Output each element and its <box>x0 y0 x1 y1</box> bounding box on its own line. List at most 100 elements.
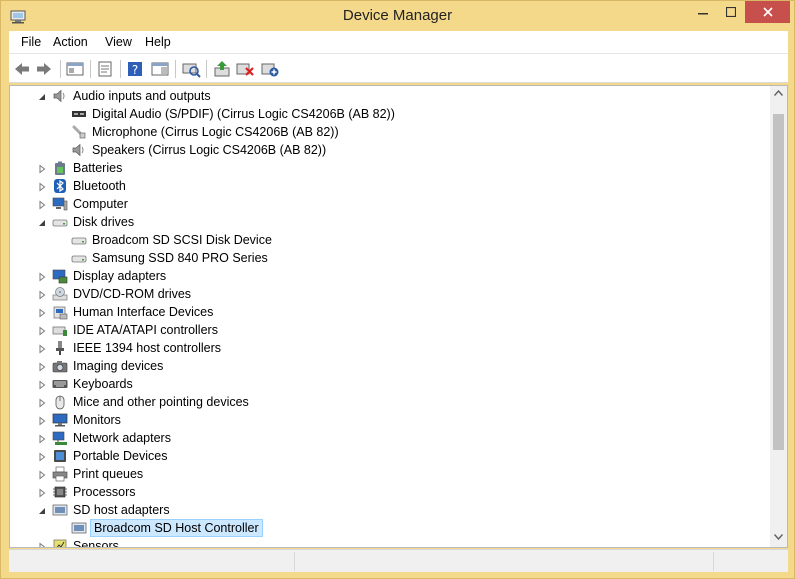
tree-item-label[interactable]: Mice and other pointing devices <box>71 394 251 410</box>
tree-device[interactable]: Samsung SSD 840 PRO Series <box>10 249 770 267</box>
tree-category[interactable]: DVD/CD-ROM drives <box>10 285 770 303</box>
tree-item-label[interactable]: DVD/CD-ROM drives <box>71 286 193 302</box>
collapsed-triangle-icon[interactable] <box>37 199 47 210</box>
tree-category[interactable]: IEEE 1394 host controllers <box>10 339 770 357</box>
tree-item-label[interactable]: Broadcom SD SCSI Disk Device <box>90 232 274 248</box>
tree-item-label[interactable]: Monitors <box>71 412 123 428</box>
tree-item-label[interactable]: Digital Audio (S/PDIF) (Cirrus Logic CS4… <box>90 106 397 122</box>
tree-category[interactable]: Processors <box>10 483 770 501</box>
collapsed-triangle-icon[interactable] <box>37 271 47 282</box>
tree-item-label[interactable]: IEEE 1394 host controllers <box>71 340 223 356</box>
tree-category[interactable]: Display adapters <box>10 267 770 285</box>
tree-item-label[interactable]: Network adapters <box>71 430 173 446</box>
tree-category[interactable]: Keyboards <box>10 375 770 393</box>
collapsed-triangle-icon[interactable] <box>37 397 47 408</box>
help-icon[interactable]: ? <box>125 59 145 79</box>
collapsed-triangle-icon[interactable] <box>37 307 47 318</box>
add-legacy-hardware-icon[interactable] <box>260 59 280 79</box>
collapsed-triangle-icon[interactable] <box>37 289 47 300</box>
collapsed-triangle-icon[interactable] <box>37 163 47 174</box>
tree-category[interactable]: Print queues <box>10 465 770 483</box>
maximize-button[interactable] <box>717 1 745 23</box>
collapsed-triangle-icon[interactable] <box>37 451 47 462</box>
tree-item-label[interactable]: Sensors <box>71 538 121 547</box>
tree-category[interactable]: Disk drives <box>10 213 770 231</box>
tree-item-label[interactable]: Audio inputs and outputs <box>71 88 213 104</box>
uninstall-device-icon[interactable] <box>235 59 255 79</box>
menu-help[interactable]: Help <box>143 35 173 49</box>
collapsed-triangle-icon[interactable] <box>37 379 47 390</box>
tree-item-label[interactable]: Microphone (Cirrus Logic CS4206B (AB 82)… <box>90 124 341 140</box>
expanded-triangle-icon[interactable] <box>37 505 47 515</box>
scroll-up-arrow-icon[interactable] <box>770 86 787 103</box>
tree-item-label[interactable]: Imaging devices <box>71 358 165 374</box>
expanded-triangle-icon[interactable] <box>37 217 47 227</box>
status-cell <box>9 552 295 571</box>
collapsed-triangle-icon[interactable] <box>37 181 47 192</box>
tree-item-label[interactable]: Bluetooth <box>71 178 128 194</box>
menu-action[interactable]: Action <box>51 35 90 49</box>
collapsed-triangle-icon[interactable] <box>37 325 47 336</box>
update-driver-icon[interactable] <box>212 59 232 79</box>
menu-file[interactable]: File <box>19 35 43 49</box>
tree-category[interactable]: IDE ATA/ATAPI controllers <box>10 321 770 339</box>
tree-category[interactable]: Human Interface Devices <box>10 303 770 321</box>
tree-device[interactable]: Speakers (Cirrus Logic CS4206B (AB 82)) <box>10 141 770 159</box>
device-tree-pane[interactable]: Audio inputs and outputs Digital Audio (S… <box>9 85 788 548</box>
tree-category[interactable]: Batteries <box>10 159 770 177</box>
back-arrow-icon[interactable] <box>12 59 32 79</box>
disk-drive-icon <box>71 250 87 266</box>
action-pane-icon[interactable] <box>150 59 170 79</box>
tree-category[interactable]: Sensors <box>10 537 770 547</box>
tree-item-label[interactable]: Portable Devices <box>71 448 170 464</box>
tree-item-label[interactable]: IDE ATA/ATAPI controllers <box>71 322 220 338</box>
tree-category[interactable]: Computer <box>10 195 770 213</box>
menu-view[interactable]: View <box>103 35 134 49</box>
collapsed-triangle-icon[interactable] <box>37 415 47 426</box>
tree-item-label[interactable]: Batteries <box>71 160 124 176</box>
tree-item-label[interactable]: Keyboards <box>71 376 135 392</box>
vertical-scrollbar[interactable] <box>770 86 787 547</box>
expanded-triangle-icon[interactable] <box>37 91 47 101</box>
properties-icon[interactable] <box>95 59 115 79</box>
tree-category[interactable]: Network adapters <box>10 429 770 447</box>
tree-device[interactable]: Broadcom SD Host Controller <box>10 519 770 537</box>
tree-item-label[interactable]: SD host adapters <box>71 502 172 518</box>
collapsed-triangle-icon[interactable] <box>37 361 47 372</box>
collapsed-triangle-icon[interactable] <box>37 487 47 498</box>
tree-category[interactable]: Portable Devices <box>10 447 770 465</box>
tree-category[interactable]: Imaging devices <box>10 357 770 375</box>
scan-hardware-changes-icon[interactable] <box>181 59 201 79</box>
tree-device[interactable]: Digital Audio (S/PDIF) (Cirrus Logic CS4… <box>10 105 770 123</box>
tree-category[interactable]: Audio inputs and outputs <box>10 87 770 105</box>
tree-item-label[interactable]: Speakers (Cirrus Logic CS4206B (AB 82)) <box>90 142 328 158</box>
tree-device[interactable]: Broadcom SD SCSI Disk Device <box>10 231 770 249</box>
scroll-down-arrow-icon[interactable] <box>770 530 787 547</box>
tree-category[interactable]: Mice and other pointing devices <box>10 393 770 411</box>
collapsed-triangle-icon[interactable] <box>37 469 47 480</box>
title-bar[interactable]: Device Manager <box>1 1 794 31</box>
close-button[interactable] <box>745 1 790 23</box>
tree-item-label[interactable]: Human Interface Devices <box>71 304 215 320</box>
show-hide-console-tree-icon[interactable] <box>65 59 85 79</box>
tree-item-label[interactable]: Samsung SSD 840 PRO Series <box>90 250 270 266</box>
forward-arrow-icon[interactable] <box>34 59 54 79</box>
tree-item-label[interactable]: Disk drives <box>71 214 136 230</box>
tree-item-label[interactable]: Computer <box>71 196 130 212</box>
collapsed-triangle-icon[interactable] <box>37 541 47 547</box>
selected-tree-item-label[interactable]: Broadcom SD Host Controller <box>90 519 263 537</box>
tree-category[interactable]: Monitors <box>10 411 770 429</box>
device-tree[interactable]: Audio inputs and outputs Digital Audio (S… <box>10 86 770 547</box>
tree-item-label[interactable]: Display adapters <box>71 268 168 284</box>
tree-category[interactable]: SD host adapters <box>10 501 770 519</box>
tree-item-label[interactable]: Print queues <box>71 466 145 482</box>
collapsed-triangle-icon[interactable] <box>37 343 47 354</box>
speaker-icon <box>52 88 68 104</box>
tree-device[interactable]: Microphone (Cirrus Logic CS4206B (AB 82)… <box>10 123 770 141</box>
dvd-drive-icon <box>52 286 68 302</box>
scrollbar-thumb[interactable] <box>773 114 784 450</box>
tree-item-label[interactable]: Processors <box>71 484 138 500</box>
minimize-button[interactable] <box>689 1 717 23</box>
collapsed-triangle-icon[interactable] <box>37 433 47 444</box>
tree-category[interactable]: Bluetooth <box>10 177 770 195</box>
